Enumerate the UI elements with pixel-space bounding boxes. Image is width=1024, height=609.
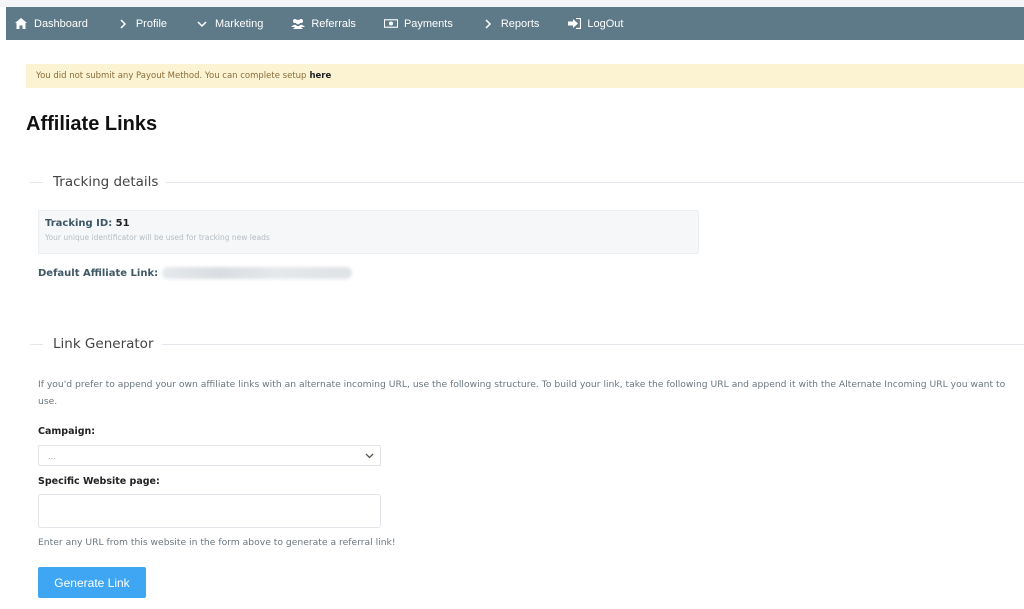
nav-reports-label: Reports [500, 17, 540, 30]
money-icon [383, 17, 398, 31]
campaign-label: Campaign: [38, 426, 96, 437]
nav-referrals[interactable]: Referrals [277, 7, 370, 40]
chevron-right-icon [481, 17, 495, 31]
tracking-id-description: Your unique identificator will be used f… [45, 233, 270, 242]
nav-marketing[interactable]: Marketing [181, 7, 277, 40]
link-generator-title: Link Generator [53, 336, 154, 352]
legend-divider [30, 181, 43, 183]
default-affiliate-link: Default Affiliate Link: [38, 267, 353, 279]
tracking-id-label: Tracking ID: [45, 218, 113, 229]
default-affiliate-link-value-blurred[interactable] [162, 267, 353, 279]
nav-profile[interactable]: Profile [102, 7, 181, 40]
payout-alert-text: You did not submit any Payout Method. Yo… [36, 71, 307, 81]
legend-divider [161, 343, 1024, 345]
nav-dashboard[interactable]: Dashboard [6, 7, 102, 40]
nav-referrals-label: Referrals [311, 17, 356, 30]
nav-marketing-label: Marketing [215, 17, 264, 30]
chevron-down-icon [195, 17, 209, 31]
legend-divider [30, 343, 43, 345]
nav-profile-label: Profile [135, 17, 168, 30]
page-title: Affiliate Links [26, 113, 158, 135]
top-strip [0, 0, 1024, 7]
tracking-id-box: Tracking ID: 51 Your unique identificato… [38, 210, 699, 254]
generate-link-button[interactable]: Generate Link [38, 567, 146, 598]
chevron-right-icon [116, 17, 130, 31]
users-icon [291, 17, 306, 31]
campaign-select-value: ... [48, 450, 56, 461]
tracking-id: Tracking ID: 51 [45, 218, 692, 229]
campaign-select[interactable]: ... [38, 445, 381, 466]
tracking-id-value: 51 [115, 218, 130, 229]
nav-payments-label: Payments [403, 17, 453, 30]
nav-reports[interactable]: Reports [467, 7, 554, 40]
legend-divider [166, 181, 1024, 183]
payout-setup-link[interactable]: here [309, 71, 331, 81]
link-generator-legend: Link Generator [30, 336, 1024, 352]
main-navbar: Dashboard Profile Marketing Referrals Pa… [6, 7, 1024, 40]
nav-logout[interactable]: LogOut [553, 7, 637, 40]
default-affiliate-link-label: Default Affiliate Link: [38, 267, 159, 279]
nav-logout-label: LogOut [587, 17, 624, 30]
specific-page-label: Specific Website page: [38, 476, 160, 487]
tracking-details-title: Tracking details [53, 174, 159, 190]
link-generator-description: If you'd prefer to append your own affil… [38, 379, 1006, 407]
nav-dashboard-label: Dashboard [34, 17, 88, 30]
chevron-down-icon [365, 451, 374, 461]
specific-page-input[interactable] [38, 494, 381, 528]
home-icon [14, 17, 28, 31]
payout-alert: You did not submit any Payout Method. Yo… [26, 64, 1024, 88]
sign-out-icon [567, 17, 581, 31]
nav-payments[interactable]: Payments [370, 7, 467, 40]
specific-page-hint: Enter any URL from this website in the f… [38, 537, 396, 548]
tracking-details-legend: Tracking details [30, 174, 1024, 190]
